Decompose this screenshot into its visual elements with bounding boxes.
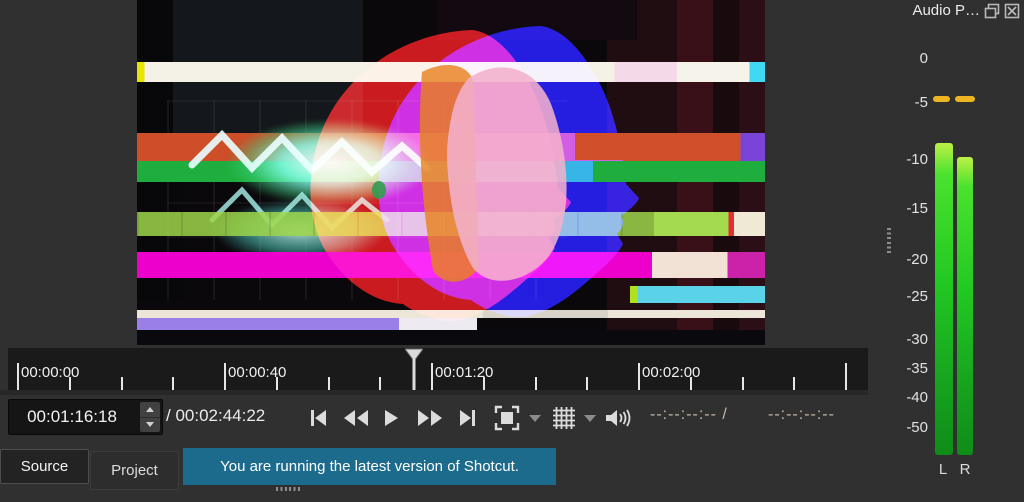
peak-indicator-left	[933, 95, 950, 102]
db-scale-label: -50	[906, 419, 928, 436]
db-scale-label: 0	[919, 50, 928, 67]
timecode-spinner[interactable]	[140, 402, 160, 432]
ruler-major-tick	[638, 363, 640, 390]
float-panel-icon[interactable]	[984, 3, 1000, 19]
channel-label-l: L	[938, 461, 948, 478]
skip-next-button[interactable]	[453, 403, 483, 433]
ruler-minor-tick	[689, 377, 692, 390]
ruler-major-tick	[224, 363, 226, 390]
rewind-icon	[344, 410, 368, 426]
playhead[interactable]	[405, 348, 424, 390]
audio-meter-right	[957, 156, 973, 455]
timeline-splitter-handle[interactable]	[276, 487, 302, 491]
ruler-minor-tick	[68, 377, 71, 390]
db-scale: 0 -5 -10 -15 -20 -25 -30 -35 -40 -50	[866, 0, 928, 460]
in-out-label: --:--:--:-- /	[650, 406, 728, 423]
spin-up-icon	[146, 407, 154, 412]
ruler-minor-tick	[741, 377, 744, 390]
glitch-bar-orange-front	[575, 133, 765, 160]
video-preview	[137, 0, 765, 345]
ruler-minor-tick	[379, 377, 382, 390]
skip-previous-icon	[311, 410, 326, 426]
selected-duration-label: --:--:--:--	[768, 406, 835, 423]
grid-dropdown[interactable]	[582, 403, 598, 433]
volume-icon	[606, 409, 631, 427]
play-icon	[385, 410, 398, 426]
db-scale-label: -10	[906, 151, 928, 168]
glitch-bar-lime-front	[654, 212, 765, 236]
rewind-button[interactable]	[340, 403, 372, 433]
db-scale-label: -25	[906, 288, 928, 305]
fast-forward-icon	[418, 410, 442, 426]
timecode-value[interactable]: 00:01:16:18	[9, 400, 135, 434]
ruler-shadow	[0, 390, 868, 395]
db-scale-label: -40	[906, 389, 928, 406]
db-scale-label: -15	[906, 200, 928, 217]
zoom-fit-icon	[494, 405, 520, 431]
glitch-bar-green-front	[593, 161, 765, 182]
ruler-major-tick	[845, 363, 847, 390]
grid-icon	[553, 407, 575, 429]
zoom-fit-button[interactable]	[491, 403, 523, 433]
status-message: You are running the latest version of Sh…	[183, 448, 556, 485]
ruler-minor-tick	[172, 377, 175, 390]
ruler-minor-tick	[275, 377, 278, 390]
db-scale-label: -35	[906, 360, 928, 377]
ruler-minor-tick	[482, 377, 485, 390]
ruler-minor-tick	[586, 377, 589, 390]
db-scale-label: -5	[914, 94, 928, 111]
skip-next-icon	[460, 410, 475, 426]
tab-source[interactable]: Source	[0, 449, 89, 484]
ruler-minor-tick	[534, 377, 537, 390]
volume-button[interactable]	[602, 403, 636, 433]
ruler-minor-tick	[120, 377, 123, 390]
timecode-spinbox[interactable]: 00:01:16:18	[8, 399, 163, 435]
zoom-fit-dropdown[interactable]	[527, 403, 543, 433]
ruler-major-tick	[17, 363, 19, 390]
skip-previous-button[interactable]	[303, 403, 333, 433]
channel-label-r: R	[959, 461, 971, 478]
chevron-down-icon	[529, 414, 541, 422]
panel-splitter-handle[interactable]	[887, 228, 891, 255]
db-scale-label: -30	[906, 331, 928, 348]
duration-label: / 00:02:44:22	[166, 406, 266, 425]
ruler-major-tick	[431, 363, 433, 390]
ruler-minor-tick	[327, 377, 330, 390]
spin-up-button[interactable]	[140, 402, 160, 418]
spin-down-icon	[146, 422, 154, 427]
play-button[interactable]	[377, 403, 405, 433]
close-panel-icon[interactable]	[1004, 3, 1020, 19]
fast-forward-button[interactable]	[414, 403, 446, 433]
peak-indicator-right	[955, 96, 975, 103]
db-scale-label: -20	[906, 251, 928, 268]
shotcut-window: Audio P… 0 -5 -10 -15 -20 -25 -30 -35 -40 -50 LR …	[0, 0, 1024, 502]
timeline-ruler[interactable]: 00:00:00 00:00:40 00:01:20 00:02:00	[8, 348, 868, 390]
spin-down-button[interactable]	[140, 417, 160, 432]
tab-project[interactable]: Project	[90, 451, 179, 490]
grid-button[interactable]	[548, 403, 580, 433]
ruler-minor-tick	[793, 377, 796, 390]
audio-meter-left	[935, 142, 953, 455]
chevron-down-icon	[584, 414, 596, 422]
